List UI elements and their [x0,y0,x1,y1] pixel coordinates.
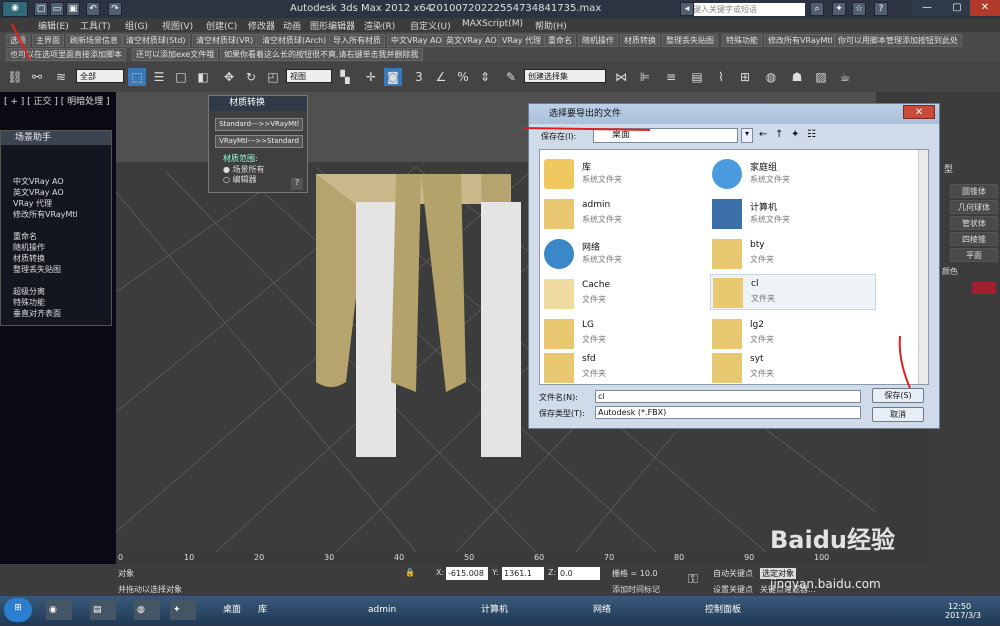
annotation-overlay [11,23,911,389]
